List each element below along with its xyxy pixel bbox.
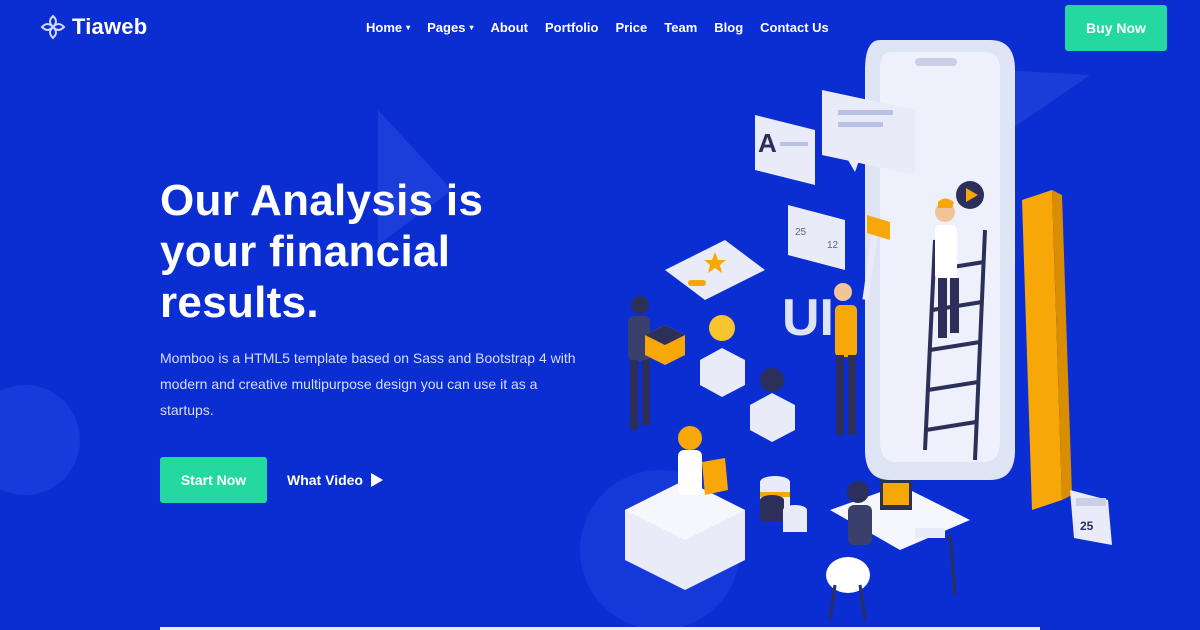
brand-name: Tiaweb (72, 14, 148, 39)
chevron-down-icon: ▾ (406, 23, 411, 32)
nav-item-about[interactable]: About (490, 20, 528, 35)
what-video-link[interactable]: What Video (287, 472, 383, 488)
nav-item-label: Home (366, 20, 403, 35)
hero-description-line: Momboo is a HTML5 template based on Sass… (160, 350, 576, 366)
hero-description: Momboo is a HTML5 template based on Sass… (160, 345, 600, 423)
calendar-day: 25 (1080, 519, 1094, 533)
comments-count: 12 (827, 240, 839, 251)
nav-item-label: Pages (427, 20, 466, 35)
ruler-illustration (1022, 190, 1072, 510)
database-illustration (760, 476, 807, 532)
nav-item-label: About (490, 20, 529, 35)
hero-title-line: results. (160, 278, 319, 327)
video-link-label: What Video (287, 472, 363, 488)
calendar-illustration: 25 (1070, 490, 1112, 545)
play-icon (370, 473, 383, 487)
ui-letters: UI (782, 289, 834, 347)
gear-box-illustration (750, 368, 795, 442)
hero-description-line: startups. (160, 402, 214, 418)
nav-item-pages[interactable]: Pages ▾ (427, 20, 473, 35)
hero-description-line: modern and creative multipurpose design … (160, 376, 538, 392)
likes-count: 25 (795, 227, 807, 238)
hero-title-line: your financial (160, 227, 451, 276)
start-now-button[interactable]: Start Now (160, 457, 267, 503)
social-card-illustration: 25 12 (788, 205, 845, 270)
desk-worker-illustration (826, 480, 970, 621)
nav-item-home[interactable]: Home ▾ (366, 20, 410, 35)
letter-card-illustration: A (755, 115, 815, 185)
person-carrying-box-illustration (628, 296, 685, 430)
star-card-illustration (665, 240, 765, 300)
card-letter: A (758, 128, 777, 158)
hero-title: Our Analysis is your financial results. (160, 175, 580, 328)
hero-title-line: Our Analysis is (160, 176, 484, 225)
woman-with-laptop-illustration (625, 426, 745, 590)
hero-illustration: A 25 12 UI 25 (625, 40, 1112, 621)
chevron-down-icon: ▾ (469, 23, 474, 32)
bulb-box-illustration (700, 315, 745, 397)
logo-icon (40, 14, 66, 40)
brand-logo[interactable]: Tiaweb (40, 14, 147, 40)
